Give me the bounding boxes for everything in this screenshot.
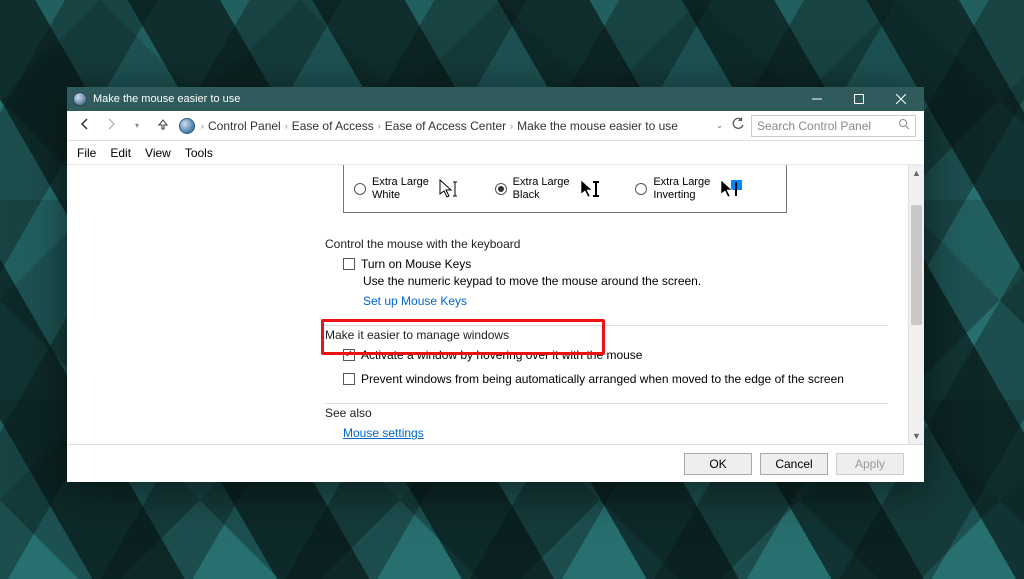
- menu-tools[interactable]: Tools: [185, 146, 213, 160]
- titlebar[interactable]: Make the mouse easier to use: [67, 87, 924, 111]
- window: Make the mouse easier to use ▾ › Control…: [67, 87, 924, 482]
- breadcrumb-dropdown[interactable]: ⌄: [716, 121, 723, 130]
- section-heading-windows: Make it easier to manage windows: [325, 325, 888, 342]
- dialog-footer: OK Cancel Apply: [67, 444, 924, 482]
- minimize-button[interactable]: [796, 87, 838, 111]
- vertical-scrollbar[interactable]: ▲ ▼: [908, 165, 924, 444]
- checkbox-prevent-arrange[interactable]: [343, 373, 355, 385]
- content-area: Extra Large White Extra Large Black Extr…: [67, 165, 924, 444]
- forward-button[interactable]: [101, 117, 121, 134]
- mouse-settings-link[interactable]: Mouse settings: [343, 426, 424, 440]
- search-icon: [898, 118, 910, 133]
- maximize-button[interactable]: [838, 87, 880, 111]
- cursor-inverting-icon: [719, 177, 743, 201]
- radio-icon: [635, 183, 647, 195]
- control-panel-icon: [179, 118, 195, 134]
- refresh-button[interactable]: [731, 117, 745, 134]
- breadcrumb-item[interactable]: Ease of Access Center: [385, 119, 506, 133]
- scroll-down-icon[interactable]: ▼: [909, 428, 924, 444]
- radio-icon: [354, 183, 366, 195]
- breadcrumb-item[interactable]: Make the mouse easier to use: [517, 119, 678, 133]
- breadcrumb-item[interactable]: Control Panel: [208, 119, 281, 133]
- cancel-button[interactable]: Cancel: [760, 453, 828, 475]
- recent-dropdown[interactable]: ▾: [127, 121, 147, 130]
- pointer-option-black[interactable]: Extra Large Black: [495, 176, 636, 200]
- close-button[interactable]: [880, 87, 922, 111]
- scroll-up-icon[interactable]: ▲: [909, 165, 924, 181]
- back-button[interactable]: [75, 117, 95, 134]
- checkbox-activate-hover[interactable]: [343, 349, 355, 361]
- menubar: File Edit View Tools: [67, 141, 924, 165]
- section-heading-seealso: See also: [325, 403, 888, 420]
- pointer-option-inverting[interactable]: Extra Large Inverting: [635, 176, 776, 200]
- checkbox-label: Turn on Mouse Keys: [361, 257, 471, 271]
- mouse-keys-description: Use the numeric keypad to move the mouse…: [325, 274, 888, 288]
- checkbox-label: Activate a window by hovering over it wi…: [361, 348, 642, 362]
- breadcrumb-item[interactable]: Ease of Access: [292, 119, 374, 133]
- menu-view[interactable]: View: [145, 146, 171, 160]
- app-icon: [73, 92, 87, 106]
- search-input[interactable]: Search Control Panel: [751, 115, 916, 137]
- menu-file[interactable]: File: [77, 146, 96, 160]
- setup-mouse-keys-link[interactable]: Set up Mouse Keys: [363, 294, 467, 308]
- section-heading-keyboard: Control the mouse with the keyboard: [325, 235, 888, 251]
- up-button[interactable]: [153, 117, 173, 134]
- apply-button[interactable]: Apply: [836, 453, 904, 475]
- pointer-option-label: Extra Large Inverting: [653, 176, 713, 200]
- pointer-option-white[interactable]: Extra Large White: [354, 176, 495, 200]
- scroll-thumb[interactable]: [911, 205, 922, 325]
- ok-button[interactable]: OK: [684, 453, 752, 475]
- window-title: Make the mouse easier to use: [93, 93, 796, 105]
- cursor-black-icon: [579, 177, 603, 201]
- menu-edit[interactable]: Edit: [110, 146, 131, 160]
- pointer-option-label: Extra Large White: [372, 176, 432, 200]
- pointer-option-label: Extra Large Black: [513, 176, 573, 200]
- checkbox-label: Prevent windows from being automatically…: [361, 372, 844, 386]
- navbar: ▾ › Control Panel › Ease of Access › Eas…: [67, 111, 924, 141]
- radio-icon: [495, 183, 507, 195]
- breadcrumb[interactable]: › Control Panel › Ease of Access › Ease …: [201, 119, 710, 133]
- pointer-size-group: Extra Large White Extra Large Black Extr…: [343, 165, 787, 213]
- search-placeholder: Search Control Panel: [757, 119, 898, 133]
- cursor-white-icon: [438, 177, 462, 201]
- checkbox-mouse-keys[interactable]: [343, 258, 355, 270]
